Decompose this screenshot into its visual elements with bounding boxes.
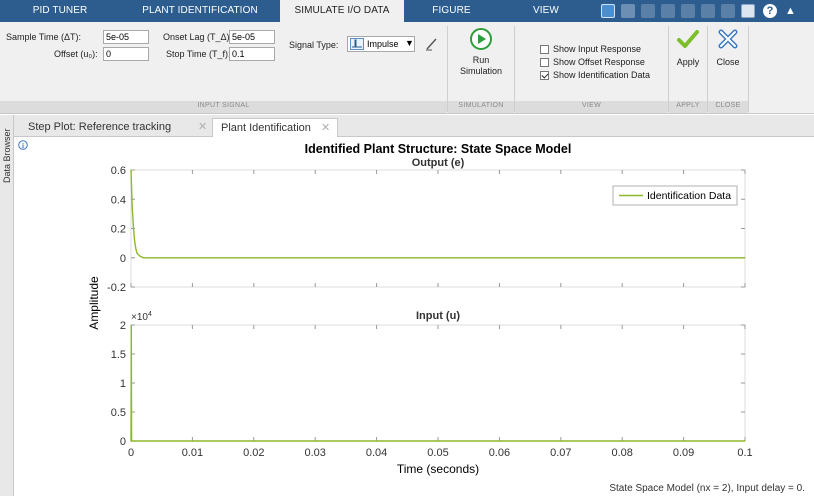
x-tick-label: 0.04 <box>366 447 387 459</box>
y-tick-label: 0.5 <box>111 407 126 419</box>
y-axis-label: Amplitude <box>87 276 101 330</box>
y-tick-label: 1 <box>120 378 126 390</box>
input-subplot-title: Input (u) <box>416 310 460 322</box>
data-point <box>131 206 133 208</box>
data-point <box>134 241 136 243</box>
data-point <box>139 255 141 257</box>
data-point <box>131 440 133 442</box>
data-point <box>135 248 137 250</box>
x-tick-label: 0.06 <box>489 447 510 459</box>
axes-box-1 <box>130 324 746 442</box>
y-tick-label: 0.2 <box>111 224 126 236</box>
y-tick-label: 1.5 <box>111 349 126 361</box>
model-footer: State Space Model (nx = 2), Input delay … <box>609 483 805 494</box>
x-tick-label: 0.07 <box>550 447 571 459</box>
output-subplot-title: Output (e) <box>412 157 465 169</box>
y-exponent-label: ×104 <box>131 311 152 323</box>
y-tick-label: -0.2 <box>107 282 126 294</box>
y-tick-label: 0 <box>120 253 126 265</box>
data-point <box>744 440 746 442</box>
identification-plot: Identified Plant Structure: State Space … <box>87 142 805 494</box>
x-tick-label: 0.02 <box>243 447 264 459</box>
plot-title: Identified Plant Structure: State Space … <box>305 142 572 156</box>
data-point <box>142 257 144 259</box>
x-tick-label: 0.09 <box>673 447 694 459</box>
legend-label: Identification Data <box>647 190 731 202</box>
x-tick-label: 0.1 <box>737 447 752 459</box>
y-tick-label: 0.4 <box>111 194 126 206</box>
x-tick-label: 0.05 <box>427 447 448 459</box>
y-tick-label: 2 <box>120 320 126 332</box>
data-point <box>130 324 132 326</box>
data-point <box>136 252 138 254</box>
x-tick-label: 0.08 <box>611 447 632 459</box>
x-tick-label: 0.01 <box>182 447 203 459</box>
app-window: PID TUNER PLANT IDENTIFICATION SIMULATE … <box>0 0 814 496</box>
x-tick-label: 0 <box>128 447 134 459</box>
y-tick-label: 0.6 <box>111 165 126 177</box>
y-tick-label: 0 <box>120 436 126 448</box>
data-point <box>132 227 135 230</box>
data-point <box>131 188 133 190</box>
x-tick-label: 0.03 <box>304 447 325 459</box>
x-axis-label: Time (seconds) <box>397 462 479 476</box>
data-point <box>130 169 132 171</box>
data-point <box>744 257 746 259</box>
